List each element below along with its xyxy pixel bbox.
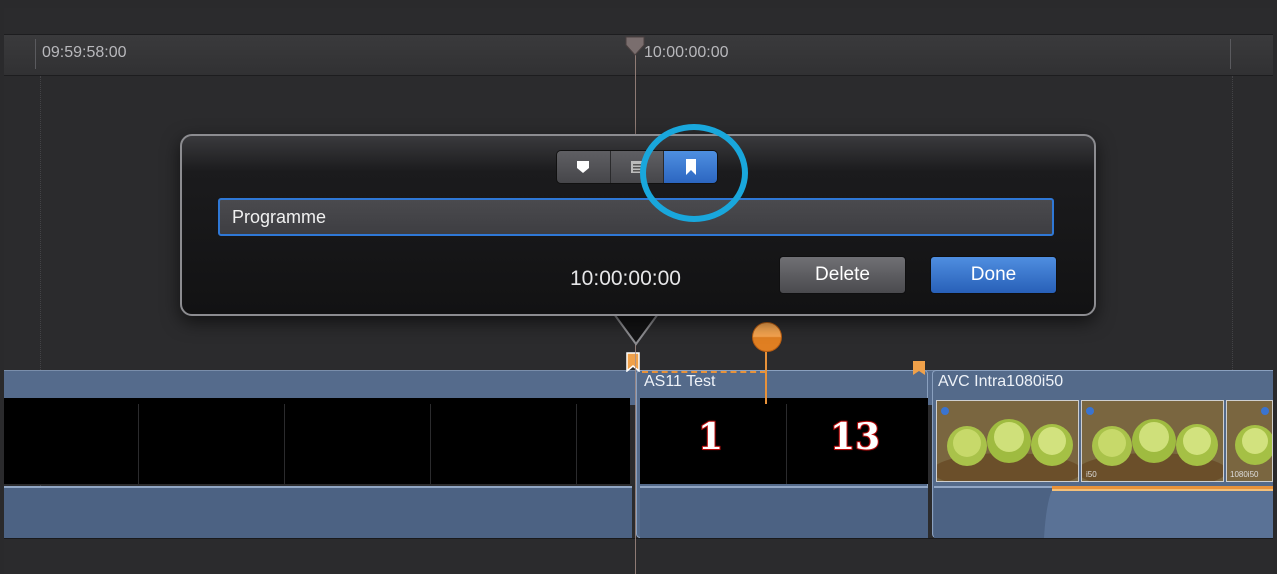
chapter-marker-icon[interactable] (626, 352, 640, 372)
tab-standard-marker[interactable] (557, 151, 611, 183)
as11-filmstrip (640, 398, 928, 484)
frame-number: 1 (697, 415, 724, 459)
ruler-tick (35, 39, 36, 69)
apples-image-icon (937, 401, 1078, 481)
audio-waveform-band (4, 486, 632, 540)
marker-shield-icon (577, 161, 590, 173)
thumbnail-image (936, 400, 1079, 482)
audio-waveform-icon (1044, 486, 1273, 538)
poster-frame-line (765, 346, 767, 404)
filmstrip-divider (284, 404, 285, 484)
filmstrip-divider (786, 404, 787, 484)
poster-frame-handle[interactable] (752, 322, 782, 352)
timeline-empty-area (4, 538, 1273, 574)
filmstrip-divider (430, 404, 431, 484)
highlight-circle (640, 124, 748, 222)
marker-name-input[interactable] (218, 198, 1054, 236)
done-button[interactable]: Done (930, 256, 1057, 294)
apples-image-icon (1082, 401, 1223, 481)
clip-title-as11: AS11 Test (644, 373, 716, 390)
clip-title-avc: AVC Intra1080i50 (938, 373, 1064, 390)
black-clip-filmstrip[interactable] (4, 398, 630, 484)
playhead-handle-icon[interactable] (624, 36, 646, 56)
marker-popover: 10:00:00:00 Delete Done (180, 134, 1096, 316)
marker-timecode: 10:00:00:00 (570, 267, 681, 290)
ruler-tick (1230, 39, 1231, 69)
ruler-playhead-timecode: 10:00:00:00 (644, 44, 729, 61)
filmstrip-divider (576, 404, 577, 484)
frame-number: 13 (829, 415, 881, 459)
filmstrip-divider (138, 404, 139, 484)
thumbnail-image: i50 (1081, 400, 1224, 482)
chapter-marker-icon[interactable] (912, 360, 926, 376)
ruler-start-timecode: 09:59:58:00 (42, 44, 127, 61)
thumbnail-image: 1080i50 (1226, 400, 1273, 482)
timeline-frame: 09:59:58:00 10:00:00:00 AS11 Test 1 13 A… (4, 8, 1273, 574)
thumb-badge: 1080i50 (1230, 470, 1259, 479)
chapter-range-line (642, 371, 766, 373)
audio-waveform-band (640, 486, 928, 540)
thumb-badge: i50 (1086, 470, 1097, 479)
delete-button[interactable]: Delete (779, 256, 906, 294)
